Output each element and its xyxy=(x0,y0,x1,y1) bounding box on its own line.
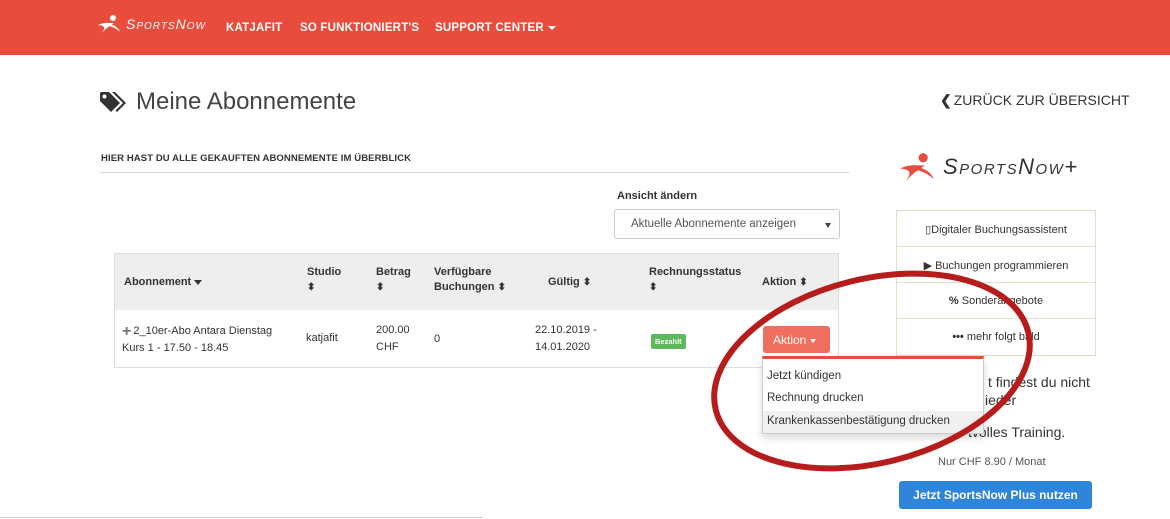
header-abonnement-label: Abonnement xyxy=(124,276,192,288)
header-verfuegbare-label: Verfügbare xyxy=(434,266,492,278)
brand-text: SportsNow xyxy=(126,16,206,32)
gueltig-from: 22.10.2019 - xyxy=(535,324,597,336)
section-subheading: HIER HAST DU ALLE GEKAUFTEN ABONNEMENTE … xyxy=(101,153,412,164)
divider xyxy=(100,172,850,173)
header-rechnungsstatus[interactable]: Rechnungsstatus ⬍ xyxy=(649,265,741,295)
feature-label: Buchungen programmieren xyxy=(935,260,1069,272)
view-select[interactable]: Aktuelle Abonnemente anzeigen xyxy=(614,209,840,239)
subscriptions-table: Abonnement Studio ⬍ Betrag ⬍ Verfügbare Buc… xyxy=(114,253,839,368)
plus-features-box: ▯Digitaler Buchungsassistent ▶ Buchungen… xyxy=(896,210,1096,356)
top-navbar: SportsNow KATJAFIT SO FUNKTIONIERT'S SUP… xyxy=(0,0,1170,55)
footer-divider xyxy=(0,517,483,518)
cell-gueltig: 22.10.2019 - 14.01.2020 xyxy=(535,322,597,356)
sort-down-icon xyxy=(194,279,203,285)
abo-course: Kurs 1 - 17.50 - 18.45 xyxy=(122,342,229,354)
aktion-button[interactable]: Aktion xyxy=(763,326,830,353)
tags-icon xyxy=(100,92,126,112)
plus-price: Nur CHF 8.90 / Monat xyxy=(938,456,1046,468)
feature-item: ▶ Buchungen programmieren xyxy=(897,247,1095,283)
menu-item-kuendigen[interactable]: Jetzt kündigen xyxy=(763,366,983,388)
status-badge: Bezahlt xyxy=(651,334,686,349)
header-studio[interactable]: Studio ⬍ xyxy=(307,265,341,295)
menu-item-rechnung-drucken[interactable]: Rechnung drucken xyxy=(763,388,983,410)
promo-text-line2: ieder xyxy=(985,392,1017,408)
ellipsis-icon: ••• xyxy=(952,331,967,343)
percent-icon: % xyxy=(948,295,962,307)
brand-logo[interactable]: SportsNow xyxy=(96,14,206,34)
feature-label: Digitaler Buchungsassistent xyxy=(931,224,1067,236)
sort-icon: ⬍ xyxy=(497,282,506,293)
table-header: Abonnement Studio ⬍ Betrag ⬍ Verfügbare Buc… xyxy=(115,254,838,310)
sort-icon: ⬍ xyxy=(307,282,316,293)
header-aktion[interactable]: Aktion ⬍ xyxy=(762,275,808,290)
header-verfuegbare-buchungen[interactable]: Verfügbare Buchungen ⬍ xyxy=(434,265,506,295)
feature-item: ••• mehr folgt bald xyxy=(897,319,1095,355)
cell-studio: katjafit xyxy=(306,332,338,344)
header-betrag-label: Betrag xyxy=(376,266,411,278)
view-select-label: Ansicht ändern xyxy=(617,190,698,202)
sort-icon: ⬍ xyxy=(376,282,385,293)
header-abonnement[interactable]: Abonnement xyxy=(124,275,203,290)
plus-logo-text: SportsNow+ xyxy=(943,154,1079,179)
abo-name: 2_10er-Abo Antara Dienstag xyxy=(133,325,273,337)
back-to-overview-link[interactable]: ❮ ZURÜCK ZUR ÜBERSICHT xyxy=(940,92,1130,109)
cell-abonnement: +2_10er-Abo Antara Dienstag Kurs 1 - 17.5… xyxy=(122,323,272,357)
header-buchungen-label: Buchungen xyxy=(434,281,495,293)
nav-link-katjafit[interactable]: KATJAFIT xyxy=(226,22,282,34)
header-gueltig-label: Gültig xyxy=(548,276,580,288)
sportsnow-plus-logo: SportsNow+ xyxy=(897,150,1079,184)
back-link-label: ZURÜCK ZUR ÜBERSICHT xyxy=(953,92,1130,108)
expand-plus-icon[interactable]: + xyxy=(122,323,131,340)
gueltig-to: 14.01.2020 xyxy=(535,341,591,353)
feature-item: % Sonderangebote xyxy=(897,283,1095,319)
header-betrag[interactable]: Betrag ⬍ xyxy=(376,265,411,295)
sportsnow-plus-cta-button[interactable]: Jetzt SportsNow Plus nutzen xyxy=(899,481,1092,509)
betrag-amount: 200.00 xyxy=(376,324,410,336)
promo-text-line1: t findest du nicht xyxy=(988,374,1090,390)
chevron-left-icon: ❮ xyxy=(940,92,952,108)
select-arrow-icon xyxy=(825,223,831,228)
feature-item: ▯Digitaler Buchungsassistent xyxy=(897,211,1095,247)
aktion-button-label: Aktion xyxy=(773,333,807,347)
nav-link-so-funktionierts[interactable]: SO FUNKTIONIERT'S xyxy=(300,22,419,34)
chevron-down-icon xyxy=(810,338,817,343)
view-select-value: Aktuelle Abonnemente anzeigen xyxy=(631,218,796,230)
feature-label: mehr folgt bald xyxy=(966,331,1040,343)
betrag-currency: CHF xyxy=(376,341,399,353)
runner-logo-icon xyxy=(900,153,934,181)
feature-label: Sonderangebote xyxy=(961,295,1044,307)
sort-icon: ⬍ xyxy=(799,277,808,288)
nav-link-support-label: SUPPORT CENTER xyxy=(435,22,544,34)
header-studio-label: Studio xyxy=(307,266,342,278)
play-icon: ▶ xyxy=(923,260,936,272)
header-aktion-label: Aktion xyxy=(762,276,797,288)
nav-link-support-center[interactable]: SUPPORT CENTER xyxy=(435,22,556,34)
header-rechnungsstatus-label: Rechnungsstatus xyxy=(649,266,742,278)
aktion-dropdown-menu: Jetzt kündigen Rechnung drucken Krankenk… xyxy=(762,356,984,434)
page-title-text: Meine Abonnemente xyxy=(136,88,357,115)
page-title: Meine Abonnemente xyxy=(100,88,356,116)
menu-item-krankenkassen-drucken[interactable]: Krankenkassenbestätigung drucken xyxy=(763,411,983,433)
sort-icon: ⬍ xyxy=(582,277,592,288)
cell-verfuegbar: 0 xyxy=(434,333,441,345)
cell-betrag: 200.00 CHF xyxy=(376,322,410,356)
chevron-down-icon xyxy=(547,25,556,30)
runner-logo-icon xyxy=(98,15,120,33)
sort-icon: ⬍ xyxy=(649,282,658,293)
header-gueltig[interactable]: Gültig ⬍ xyxy=(548,275,591,290)
